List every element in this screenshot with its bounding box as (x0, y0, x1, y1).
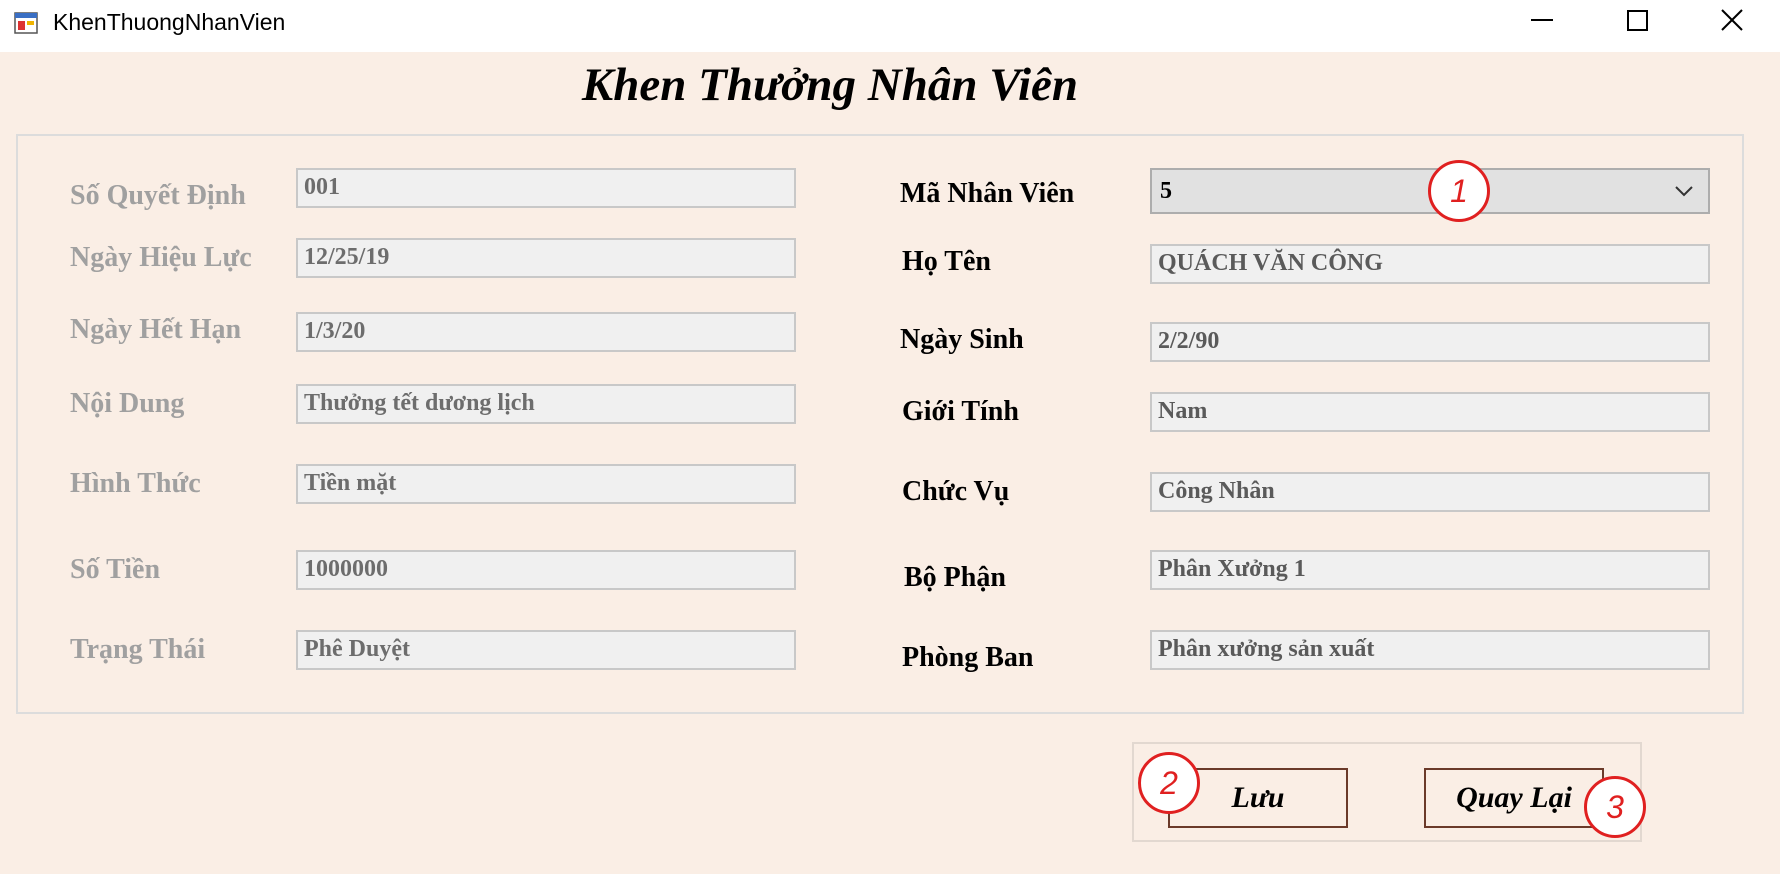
maximize-button[interactable] (1593, 0, 1685, 44)
birth-date-field[interactable]: 2/2/90 (1150, 322, 1710, 362)
title-bar: KhenThuongNhanVien (0, 0, 1780, 52)
form-heading: Khen Thưởng Nhân Viên (581, 59, 1079, 111)
annotation-badge-3: 3 (1584, 776, 1646, 838)
department-field[interactable]: Phân xưởng sản xuất (1150, 630, 1710, 670)
section-label: Bộ Phận (904, 562, 1006, 593)
expiry-date-field[interactable]: 1/3/20 (296, 312, 796, 352)
chevron-down-icon (1675, 186, 1693, 197)
minimize-icon (1531, 19, 1553, 21)
full-name-label: Họ Tên (902, 246, 991, 277)
form-of-reward-field[interactable]: Tiền mặt (296, 464, 796, 504)
minimize-button[interactable] (1497, 0, 1589, 44)
window-title: KhenThuongNhanVien (53, 9, 286, 35)
department-label: Phòng Ban (902, 642, 1034, 673)
annotation-badge-2: 2 (1138, 752, 1200, 814)
app-icon (14, 12, 38, 34)
birth-date-label: Ngày Sinh (900, 324, 1024, 355)
position-label: Chức Vụ (902, 476, 1010, 507)
employee-id-label: Mã Nhân Viên (900, 178, 1075, 209)
close-icon (1721, 9, 1743, 31)
content-label: Nội Dung (70, 388, 185, 419)
full-name-field[interactable]: QUÁCH VĂN CÔNG (1150, 244, 1710, 284)
status-label: Trạng Thái (70, 634, 206, 665)
app-window: KhenThuongNhanVien Khen Thưởng Nhân Viên… (0, 0, 1780, 874)
position-field[interactable]: Công Nhân (1150, 472, 1710, 512)
content-field[interactable]: Thưởng tết dương lịch (296, 384, 796, 424)
amount-field[interactable]: 1000000 (296, 550, 796, 590)
amount-label: Số Tiền (70, 554, 161, 585)
maximize-icon (1627, 10, 1648, 31)
back-button[interactable]: Quay Lại (1424, 768, 1604, 828)
decision-number-field[interactable]: 001 (296, 168, 796, 208)
employee-id-value: 5 (1160, 178, 1172, 204)
effective-date-label: Ngày Hiệu Lực (70, 242, 252, 273)
decision-number-label: Số Quyết Định (70, 180, 246, 211)
status-field[interactable]: Phê Duyệt (296, 630, 796, 670)
expiry-date-label: Ngày Hết Hạn (70, 314, 242, 345)
effective-date-field[interactable]: 12/25/19 (296, 238, 796, 278)
close-button[interactable] (1687, 0, 1779, 44)
gender-field[interactable]: Nam (1150, 392, 1710, 432)
form-of-reward-label: Hình Thức (70, 468, 201, 499)
annotation-badge-1: 1 (1428, 160, 1490, 222)
gender-label: Giới Tính (902, 396, 1019, 427)
section-field[interactable]: Phân Xưởng 1 (1150, 550, 1710, 590)
